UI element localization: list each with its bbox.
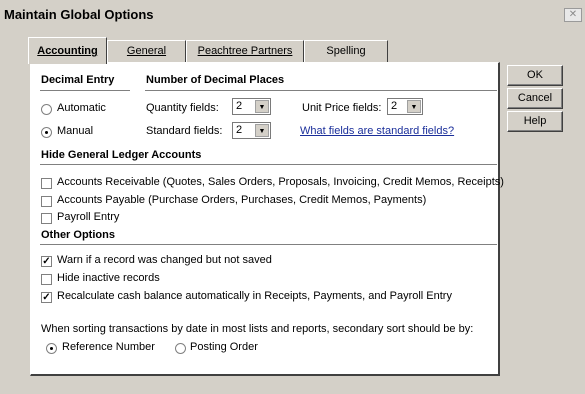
payroll-entry-label: Payroll Entry	[57, 211, 120, 223]
divider	[40, 164, 497, 166]
other-options-heading: Other Options	[41, 229, 115, 241]
posting-order-radio[interactable]	[175, 343, 186, 354]
close-icon: ✕	[568, 9, 578, 20]
tab-accounting[interactable]: Accounting	[28, 37, 107, 64]
quantity-fields-value: 2	[236, 100, 243, 112]
tab-peachtree-partners[interactable]: Peachtree Partners	[186, 40, 304, 62]
chevron-down-icon: ▼	[255, 124, 269, 137]
accounts-receivable-checkbox[interactable]	[41, 178, 52, 189]
cancel-button[interactable]: Cancel	[507, 88, 563, 109]
manual-radio[interactable]	[41, 127, 52, 138]
cancel-button-label: Cancel	[517, 92, 553, 104]
recalculate-cash-label: Recalculate cash balance automatically i…	[57, 290, 452, 302]
quantity-fields-label: Quantity fields:	[146, 102, 219, 114]
chevron-down-icon: ▼	[255, 100, 269, 113]
hide-inactive-checkbox[interactable]	[41, 274, 52, 285]
manual-label: Manual	[57, 125, 94, 137]
divider	[145, 90, 497, 92]
accounting-panel: Decimal Entry Number of Decimal Places A…	[30, 62, 504, 376]
ok-button-label: OK	[527, 69, 543, 81]
payroll-entry-checkbox[interactable]	[41, 213, 52, 224]
hide-inactive-label: Hide inactive records	[57, 272, 160, 284]
recalculate-cash-checkbox[interactable]: ✓	[41, 292, 52, 303]
ok-button[interactable]: OK	[507, 65, 563, 86]
close-button[interactable]: ✕	[564, 8, 582, 22]
divider	[40, 90, 130, 92]
tab-accounting-label: Accounting	[37, 45, 98, 57]
warn-unsaved-checkbox[interactable]: ✓	[41, 256, 52, 267]
unit-price-fields-label: Unit Price fields:	[302, 102, 382, 114]
decimal-entry-heading: Decimal Entry	[41, 74, 115, 86]
decimal-places-heading: Number of Decimal Places	[146, 74, 285, 86]
checkmark-icon: ✓	[42, 292, 51, 303]
chevron-down-icon: ▼	[407, 100, 421, 113]
divider	[40, 244, 497, 246]
unit-price-fields-value: 2	[391, 100, 398, 112]
window-title: Maintain Global Options	[4, 7, 154, 22]
automatic-label: Automatic	[57, 102, 106, 114]
posting-order-label: Posting Order	[190, 341, 258, 353]
warn-unsaved-label: Warn if a record was changed but not sav…	[57, 254, 272, 266]
reference-number-radio[interactable]	[46, 343, 57, 354]
quantity-fields-select[interactable]: 2 ▼	[232, 98, 271, 115]
sorting-description: When sorting transactions by date in mos…	[41, 323, 474, 335]
accounts-payable-label: Accounts Payable (Purchase Orders, Purch…	[57, 194, 427, 206]
standard-fields-select[interactable]: 2 ▼	[232, 122, 271, 139]
unit-price-fields-select[interactable]: 2 ▼	[387, 98, 423, 115]
checkmark-icon: ✓	[42, 256, 51, 267]
help-button[interactable]: Help	[507, 111, 563, 132]
standard-fields-value: 2	[236, 124, 243, 136]
accounts-receivable-label: Accounts Receivable (Quotes, Sales Order…	[57, 176, 504, 188]
accounts-payable-checkbox[interactable]	[41, 196, 52, 207]
automatic-radio[interactable]	[41, 104, 52, 115]
help-button-label: Help	[523, 115, 547, 127]
reference-number-label: Reference Number	[62, 341, 155, 353]
title-bar: Maintain Global Options ✕	[0, 0, 585, 28]
standard-fields-label: Standard fields:	[146, 125, 223, 137]
standard-fields-help-link[interactable]: What fields are standard fields?	[300, 125, 454, 137]
tab-peachtree-partners-label: Peachtree Partners	[197, 45, 293, 57]
tab-spelling[interactable]: Spelling	[304, 40, 388, 62]
tab-general-label: General	[126, 45, 167, 57]
hide-gl-heading: Hide General Ledger Accounts	[41, 149, 202, 161]
tab-general[interactable]: General	[107, 40, 186, 62]
tab-spelling-label: Spelling	[326, 45, 366, 57]
